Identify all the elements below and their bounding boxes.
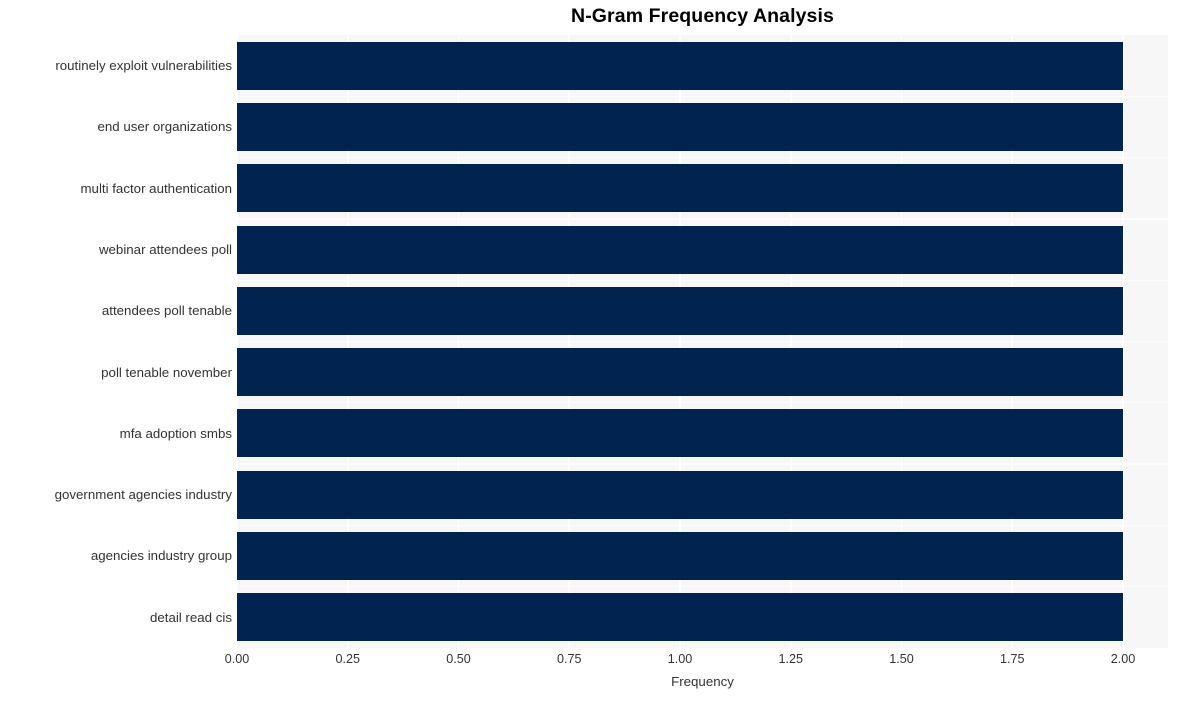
x-axis-tick: 1.75	[999, 652, 1025, 666]
y-axis-label: attendees poll tenable	[101, 303, 232, 319]
y-axis-label: end user organizations	[97, 119, 232, 135]
gridline-horizontal	[237, 463, 1168, 465]
x-axis-tick: 2.00	[1110, 652, 1136, 666]
gridline-horizontal	[237, 95, 1168, 97]
bar	[237, 286, 1123, 335]
bar	[237, 225, 1123, 274]
gridline-horizontal	[237, 586, 1168, 588]
x-axis-tick: 0.50	[446, 652, 471, 666]
gridline-horizontal	[237, 279, 1168, 281]
bar	[237, 532, 1123, 581]
bar	[237, 102, 1123, 151]
x-axis-tick: 1.25	[778, 652, 803, 666]
x-axis-tick: 1.00	[667, 652, 693, 666]
y-axis-label: webinar attendees poll	[98, 241, 232, 257]
chart-title: N-Gram Frequency Analysis	[571, 5, 834, 27]
gridline-horizontal	[237, 340, 1168, 343]
x-axis-tick: 0.75	[556, 652, 582, 666]
bar	[237, 164, 1123, 213]
bar	[237, 409, 1123, 458]
x-axis-tick: 0.00	[224, 652, 250, 666]
x-axis-tick: 0.25	[335, 652, 360, 666]
gridline-horizontal	[237, 524, 1168, 527]
y-axis-label: mfa adoption smbs	[119, 425, 232, 441]
bar	[237, 593, 1123, 642]
y-axis-label: multi factor authentication	[80, 180, 232, 196]
y-axis-label: poll tenable november	[101, 364, 232, 380]
chart-figure: N-Gram Frequency Analysis routinely expl…	[0, 0, 1177, 701]
bar	[237, 41, 1123, 90]
y-axis-label: detail read cis	[149, 609, 232, 625]
gridline-horizontal	[237, 218, 1168, 220]
x-axis-tick: 1.50	[889, 652, 914, 666]
gridline-horizontal	[237, 156, 1168, 159]
plot-area	[237, 35, 1168, 648]
y-axis-label: agencies industry group	[90, 548, 232, 564]
y-axis-label: government agencies industry	[54, 487, 232, 503]
x-axis-title: Frequency	[671, 674, 734, 689]
gridline-horizontal	[237, 402, 1168, 404]
bar	[237, 470, 1123, 519]
y-axis-label: routinely exploit vulnerabilities	[55, 58, 232, 74]
bar	[237, 348, 1123, 397]
